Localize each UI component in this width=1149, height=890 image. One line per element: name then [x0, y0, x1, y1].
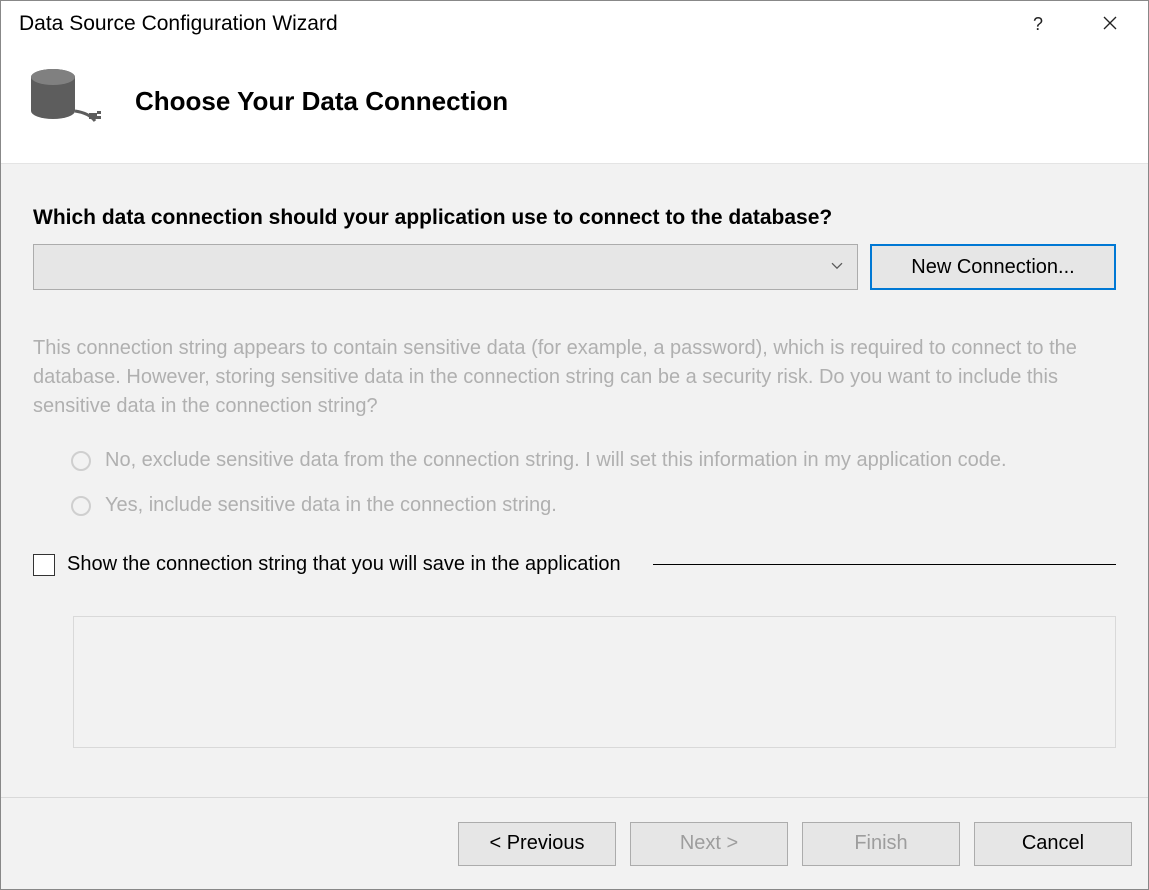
next-button[interactable]: Next >: [630, 822, 788, 866]
page-heading: Choose Your Data Connection: [135, 86, 508, 117]
show-connection-label: Show the connection string that you will…: [67, 553, 621, 576]
radio-icon: [71, 451, 91, 471]
database-icon: [29, 67, 107, 135]
cancel-label: Cancel: [1022, 832, 1084, 855]
close-button[interactable]: [1088, 9, 1132, 39]
previous-button[interactable]: < Previous: [458, 822, 616, 866]
next-label: Next >: [680, 832, 738, 855]
finish-label: Finish: [854, 832, 907, 855]
wizard-body: Which data connection should your applic…: [1, 163, 1148, 797]
window-title: Data Source Configuration Wizard: [19, 12, 1016, 36]
radio-include-label: Yes, include sensitive data in the conne…: [105, 494, 557, 517]
titlebar: Data Source Configuration Wizard ?: [1, 1, 1148, 47]
divider: [653, 564, 1116, 565]
sensitive-data-note: This connection string appears to contai…: [33, 334, 1116, 421]
connection-dropdown[interactable]: [33, 244, 858, 290]
wizard-window: Data Source Configuration Wizard ? Choos…: [0, 0, 1149, 890]
question-label: Which data connection should your applic…: [33, 206, 1116, 230]
show-connection-checkbox[interactable]: [33, 554, 55, 576]
radio-include-sensitive: Yes, include sensitive data in the conne…: [71, 494, 1116, 517]
radio-icon: [71, 496, 91, 516]
connection-string-box: [73, 616, 1116, 748]
finish-button[interactable]: Finish: [802, 822, 960, 866]
radio-exclude-sensitive: No, exclude sensitive data from the conn…: [71, 449, 1116, 472]
previous-label: < Previous: [489, 832, 584, 855]
wizard-header: Choose Your Data Connection: [1, 47, 1148, 163]
radio-exclude-label: No, exclude sensitive data from the conn…: [105, 449, 1007, 472]
help-icon: ?: [1033, 14, 1043, 35]
new-connection-label: New Connection...: [911, 256, 1074, 279]
chevron-down-icon: [831, 253, 843, 276]
close-icon: [1103, 13, 1117, 36]
wizard-footer: < Previous Next > Finish Cancel: [1, 797, 1148, 889]
connection-row: New Connection...: [33, 244, 1116, 290]
new-connection-button[interactable]: New Connection...: [870, 244, 1116, 290]
help-button[interactable]: ?: [1016, 9, 1060, 39]
sensitive-radio-group: No, exclude sensitive data from the conn…: [33, 449, 1116, 539]
cancel-button[interactable]: Cancel: [974, 822, 1132, 866]
show-connection-row: Show the connection string that you will…: [33, 553, 1116, 576]
